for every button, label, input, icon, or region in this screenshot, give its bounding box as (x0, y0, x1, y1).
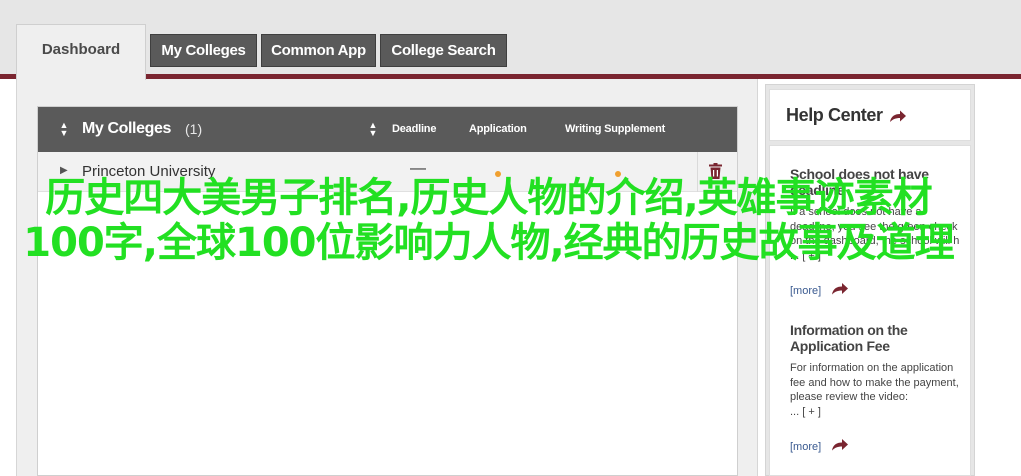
panel-header: ▲ ▼ My Colleges (1) ▲ ▼ Deadline Applicati… (38, 107, 737, 152)
arrow-right-icon (890, 110, 907, 122)
tab-my-colleges[interactable]: My Colleges (150, 34, 257, 67)
column-application[interactable]: Application (469, 123, 527, 135)
college-count: (1) (185, 121, 203, 137)
tab-common-app[interactable]: Common App (261, 34, 376, 67)
help-center-title[interactable]: Help Center (786, 105, 907, 126)
help-center-header: Help Center (769, 89, 971, 141)
my-colleges-panel: ▲ ▼ My Colleges (1) ▲ ▼ Deadline Applicati… (37, 106, 738, 476)
article-title[interactable]: Information on the Application Fee (790, 322, 965, 354)
help-center-title-text[interactable]: Help Center (786, 105, 883, 125)
more-link[interactable]: [more] (790, 441, 821, 453)
panel-title[interactable]: My Colleges (82, 120, 171, 138)
arrow-right-icon[interactable] (831, 282, 849, 296)
column-deadline[interactable]: Deadline (392, 123, 436, 135)
article-body: For information on the application fee a… (790, 362, 959, 418)
tab-dashboard[interactable]: Dashboard (16, 24, 146, 80)
overlay-caption: 历史四大美男子排名,历史人物的介绍,英雄事迹素材100字,全球100位影响力人物… (23, 175, 954, 266)
column-writing-supplement[interactable]: Writing Supplement (565, 123, 665, 135)
arrow-right-icon[interactable] (831, 438, 849, 452)
more-link[interactable]: [more] (790, 285, 821, 297)
tab-college-search[interactable]: College Search (380, 34, 507, 67)
deadline-sort-icon[interactable]: ▲ ▼ (368, 121, 378, 138)
sort-icon[interactable]: ▲ ▼ (59, 121, 69, 138)
